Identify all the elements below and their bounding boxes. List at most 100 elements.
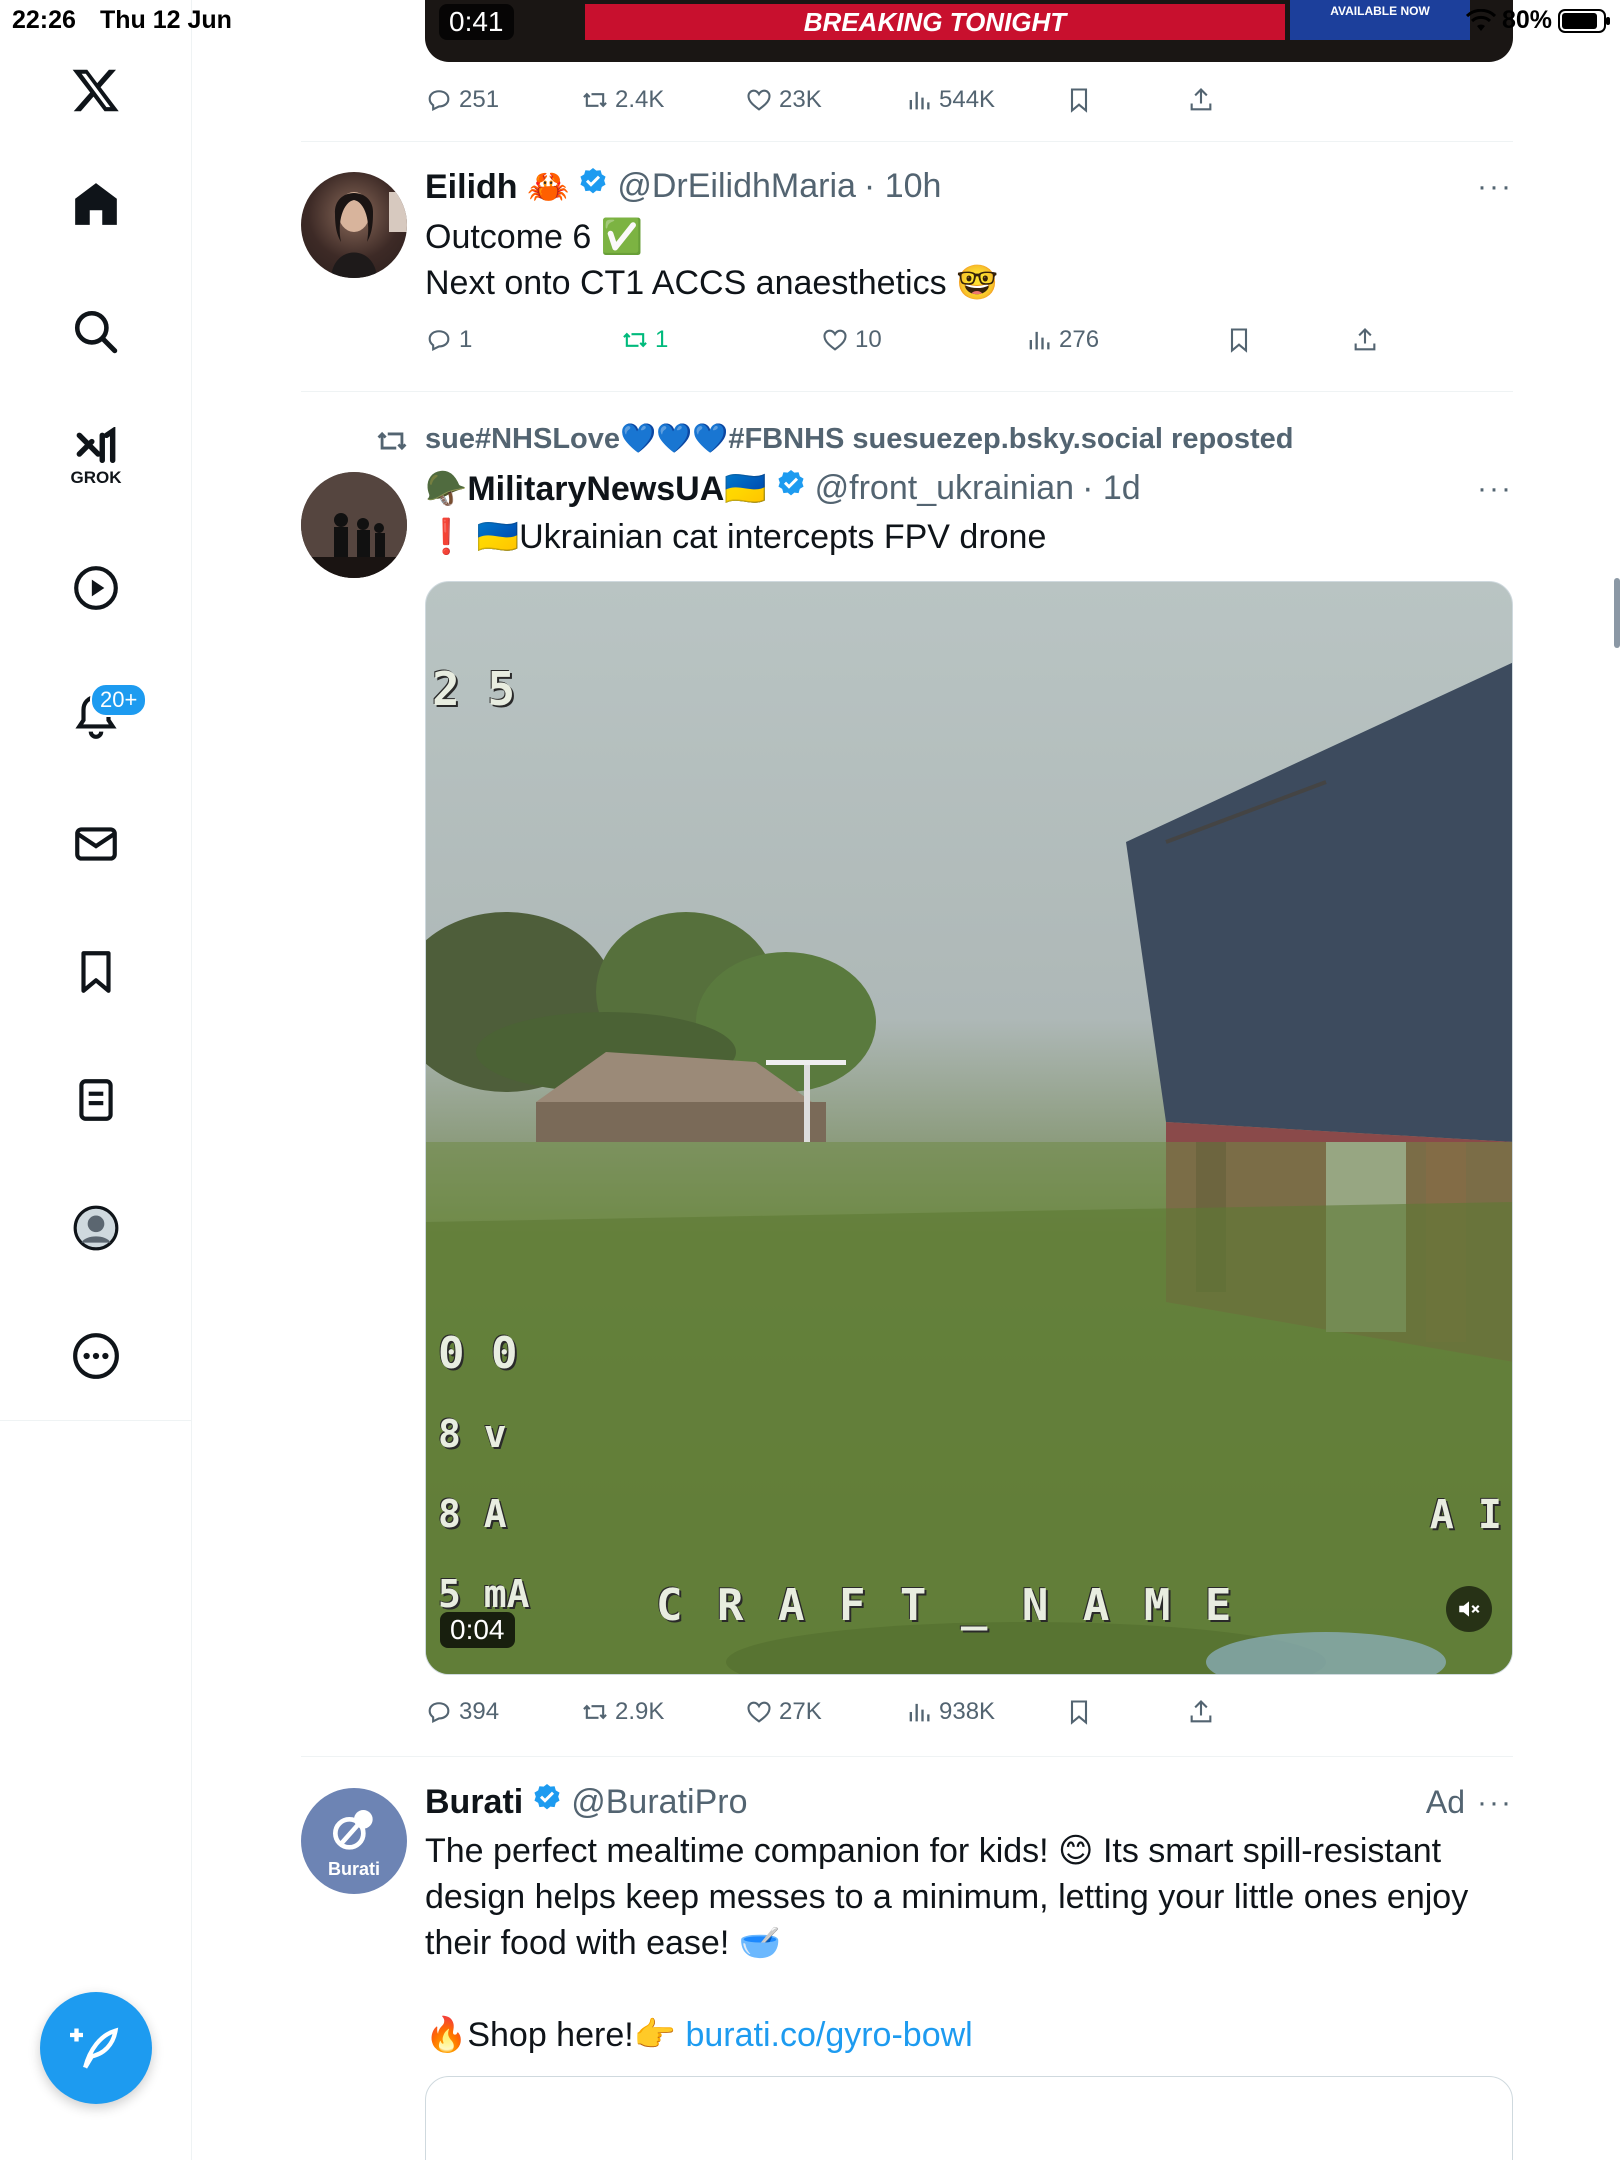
status-date: Thu 12 Jun	[100, 6, 232, 34]
share-button[interactable]	[1187, 1698, 1215, 1726]
video-osd-left: 8 v	[438, 1412, 507, 1456]
views-chart-icon	[1029, 331, 1050, 350]
share-button[interactable]	[1187, 86, 1215, 114]
video-osd-bottom: C R A F T _ N A M E	[656, 1580, 1236, 1631]
battery-percent: 80%	[1501, 6, 1552, 34]
search-icon[interactable]	[68, 304, 124, 360]
views-chart-icon	[909, 91, 930, 110]
sidebar: GROK 20+	[0, 0, 192, 2160]
ad-link[interactable]: burati.co/gyro-bowl	[685, 2016, 972, 2054]
lists-icon[interactable]	[68, 1072, 124, 1128]
views-button[interactable]: 938K	[905, 1698, 995, 1726]
mute-button[interactable]	[1446, 1586, 1492, 1632]
tweet-actions: 394 2.9K 27K 938K	[425, 1692, 1513, 1732]
video-frame-image	[426, 662, 1512, 1674]
heart-icon	[747, 89, 771, 111]
views-count: 544K	[939, 86, 996, 113]
views-chart-icon	[909, 1703, 930, 1722]
avatar-eilidh[interactable]	[301, 172, 407, 278]
like-count: 10	[855, 326, 882, 353]
reply-button[interactable]: 1	[425, 326, 472, 354]
like-button[interactable]: 27K	[745, 1698, 822, 1726]
home-icon[interactable]	[68, 176, 124, 232]
compose-post-button[interactable]	[40, 1992, 152, 2104]
tweet-more-menu-icon[interactable]: ···	[1477, 472, 1513, 506]
mail-icon[interactable]	[68, 816, 124, 872]
reposted-by[interactable]: sue#NHSLove💙💙💙#FBNHS suesuezep.bsky.soci…	[425, 422, 1294, 456]
burati-logo-icon	[333, 1809, 373, 1850]
bookmark-button[interactable]	[1225, 326, 1253, 354]
tweet-divider	[301, 141, 1513, 142]
views-count: 938K	[939, 1698, 996, 1725]
tweet-actions: 251 2.4K 23K 544K	[425, 80, 1513, 120]
profile-avatar-icon[interactable]	[68, 1200, 124, 1256]
tweet-text: The perfect mealtime companion for kids!…	[425, 1828, 1485, 1966]
status-right: 80%	[1465, 6, 1610, 35]
heart-icon	[747, 1701, 771, 1723]
reply-icon	[428, 330, 450, 352]
video-osd-left: 0 0	[438, 1328, 518, 1379]
tweet-line: design helps keep messes to a minimum, l…	[425, 1878, 1469, 1916]
x-logo-icon[interactable]	[68, 62, 124, 118]
share-icon	[1190, 1700, 1212, 1723]
tweet-divider	[301, 1756, 1513, 1757]
notifications-badge: 20+	[90, 683, 148, 717]
display-name[interactable]: Burati	[425, 1783, 523, 1822]
tweet-time[interactable]: · 1d	[1082, 469, 1141, 508]
tweet-more-menu-icon[interactable]: ···	[1477, 170, 1513, 204]
video-osd-left: 5 mA	[438, 1572, 530, 1616]
compose-feather-icon	[70, 2027, 119, 2069]
tweet-time[interactable]: · 10h	[864, 167, 942, 206]
ad-label: Ad	[1425, 1784, 1465, 1820]
bookmark-button[interactable]	[1065, 86, 1093, 114]
repost-button[interactable]: 2.9K	[581, 1698, 664, 1726]
repost-indicator-icon	[375, 424, 409, 463]
tweet-line: their food with ease! 🥣	[425, 1924, 782, 1962]
share-button[interactable]	[1351, 326, 1379, 354]
user-handle[interactable]: @DrEilidhMaria	[617, 167, 856, 206]
verified-badge-icon	[775, 468, 807, 509]
user-handle[interactable]: @BuratiPro	[571, 1783, 747, 1822]
bookmark-button[interactable]	[1065, 1698, 1093, 1726]
like-button[interactable]: 10	[821, 326, 882, 354]
views-button[interactable]: 276	[1025, 326, 1099, 354]
avatar-burati[interactable]: Burati	[301, 1788, 407, 1894]
link-card-preview[interactable]	[425, 2076, 1513, 2160]
display-name[interactable]: 🪖MilitaryNewsUA🇺🇦	[425, 469, 767, 509]
grok-label: GROK	[70, 468, 122, 487]
repost-button[interactable]: 1	[621, 326, 668, 354]
reply-count: 1	[459, 326, 473, 353]
share-icon	[1354, 328, 1376, 351]
sidebar-divider	[0, 1420, 192, 1421]
video-osd-left: 8 A	[438, 1492, 507, 1536]
tweet-shop-line: 🔥Shop here!👉 burati.co/gyro-bowl	[425, 2012, 1485, 2058]
like-button[interactable]: 23K	[745, 86, 822, 114]
verified-badge-icon	[577, 166, 609, 207]
tweet-header: 🪖MilitaryNewsUA🇺🇦 @front_ukrainian · 1d	[425, 468, 1141, 509]
bookmark-icon	[1070, 88, 1088, 113]
more-options-icon[interactable]	[68, 1328, 124, 1384]
heart-icon	[823, 329, 847, 351]
bookmark-icon[interactable]	[68, 944, 124, 1000]
reply-button[interactable]: 394	[425, 1698, 499, 1726]
verified-badge-icon	[531, 1782, 563, 1823]
tweet-video-player[interactable]: 2 5 0 0 8 v 8 A 5 mA C R A F T _ N A M E…	[425, 581, 1513, 1675]
repost-icon	[623, 332, 647, 348]
burati-avatar-text: Burati	[327, 1858, 380, 1879]
scrollbar[interactable]	[1614, 578, 1620, 648]
bookmark-icon	[1230, 328, 1248, 353]
views-button[interactable]: 544K	[905, 86, 995, 114]
reply-button[interactable]: 251	[425, 86, 499, 114]
wifi-icon	[1465, 8, 1496, 31]
share-icon	[1190, 88, 1212, 111]
user-handle[interactable]: @front_ukrainian	[815, 469, 1074, 508]
reply-icon	[428, 1702, 450, 1724]
grok-icon[interactable]: GROK	[68, 424, 124, 487]
avatar-militarynewsua[interactable]	[301, 472, 407, 578]
video-play-icon[interactable]	[68, 560, 124, 616]
repost-button[interactable]: 2.4K	[581, 86, 664, 114]
tweet-more-menu-icon[interactable]: ···	[1477, 1786, 1513, 1820]
repost-count: 1	[655, 326, 669, 353]
tweet-header: Burati @BuratiPro	[425, 1782, 747, 1823]
display-name[interactable]: Eilidh 🦀	[425, 167, 569, 207]
